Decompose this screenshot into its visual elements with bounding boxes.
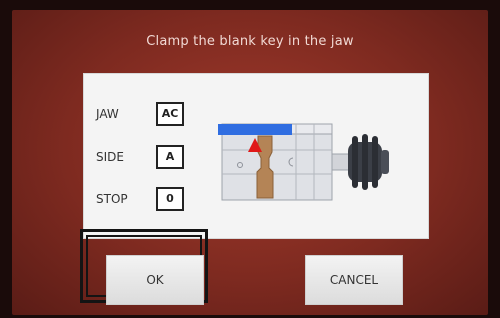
jaw-shaft bbox=[331, 153, 351, 171]
ok-button-label: OK bbox=[146, 273, 164, 287]
blank-key-icon bbox=[218, 124, 292, 135]
side-value-box: A bbox=[156, 145, 184, 169]
jaw-body bbox=[221, 123, 333, 201]
cancel-button[interactable]: CANCEL bbox=[305, 255, 403, 305]
jaw-value-box: AC bbox=[156, 102, 184, 126]
stop-value-box: 0 bbox=[156, 187, 184, 211]
instruction-text: Clamp the blank key in the jaw bbox=[146, 34, 354, 49]
cancel-button-label: CANCEL bbox=[329, 273, 379, 287]
side-label: SIDE bbox=[96, 150, 124, 164]
clamp-info-panel: JAW AC SIDE A STOP 0 bbox=[83, 73, 429, 239]
jaw-clamp-illustration bbox=[218, 123, 389, 201]
jaw-label: JAW bbox=[96, 107, 119, 121]
stop-label: STOP bbox=[96, 192, 128, 206]
ok-button[interactable]: OK bbox=[106, 255, 204, 305]
